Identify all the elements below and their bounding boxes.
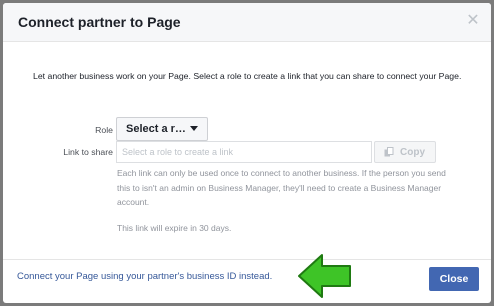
connect-partner-dialog: Connect partner to Page ✕ Let another bu… — [3, 3, 491, 303]
dialog-header: Connect partner to Page ✕ — [3, 3, 491, 42]
role-select-value: Select a r… — [126, 123, 186, 135]
link-help-text: Each link can only be used once to conne… — [117, 168, 446, 207]
link-to-share-input[interactable] — [116, 141, 372, 163]
dialog-title: Connect partner to Page — [18, 14, 181, 30]
copy-icon — [384, 147, 394, 157]
caret-down-icon — [190, 126, 198, 131]
arrow-left-icon — [298, 254, 351, 298]
copy-button-label: Copy — [400, 147, 425, 158]
intro-text: Let another business work on your Page. … — [33, 71, 462, 81]
footer-divider — [3, 259, 491, 260]
role-select[interactable]: Select a r… — [116, 117, 208, 141]
close-button[interactable]: Close — [429, 267, 479, 291]
close-icon[interactable]: ✕ — [465, 13, 481, 29]
role-label: Role — [95, 125, 113, 135]
business-id-link[interactable]: Connect your Page using your partner's b… — [17, 271, 272, 282]
link-to-share-label: Link to share — [63, 147, 113, 157]
copy-button[interactable]: Copy — [374, 141, 436, 163]
link-expiry-text: This link will expire in 30 days. — [117, 223, 232, 233]
